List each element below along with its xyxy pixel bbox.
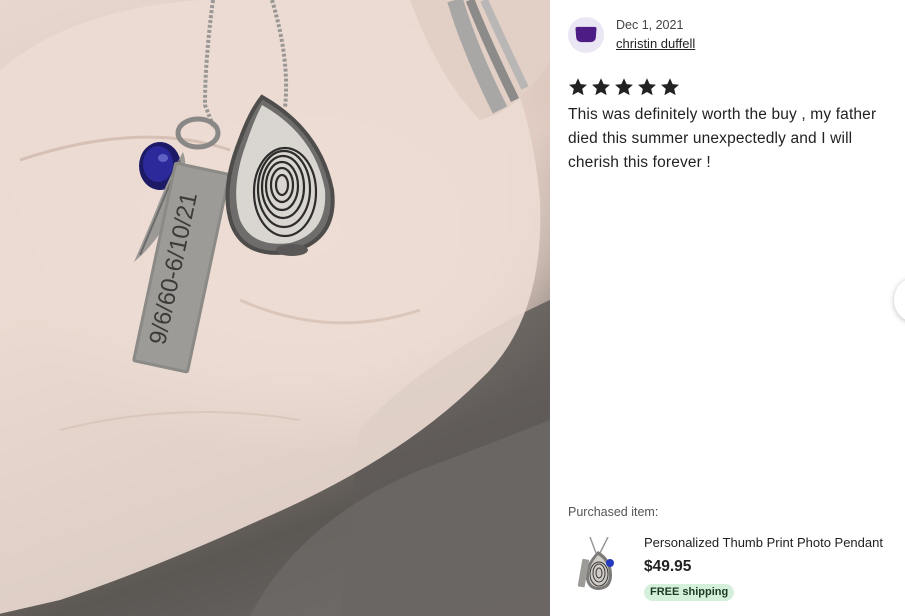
free-shipping-badge: FREE shipping xyxy=(644,584,735,601)
avatar[interactable] xyxy=(568,17,604,53)
purchased-item-title-link[interactable]: Personalized Thumb Print Photo Pendant xyxy=(644,535,900,550)
reviewer-name-link[interactable]: christin duffell xyxy=(616,36,695,51)
star-icon xyxy=(615,78,633,96)
next-review-button[interactable] xyxy=(894,278,905,322)
review-panel: Dec 1, 2021 christin duffell This was de… xyxy=(550,0,905,616)
avatar-icon xyxy=(575,26,597,43)
review-text: This was definitely worth the buy , my f… xyxy=(568,106,877,171)
star-icon xyxy=(569,78,587,96)
purchased-item-price: $49.95 xyxy=(644,558,692,575)
review-photo-art: 9/6/60-6/10/21 xyxy=(0,0,550,616)
review-date: Dec 1, 2021 xyxy=(616,18,684,32)
pendant-thumbnail-icon xyxy=(577,537,614,590)
star-icon xyxy=(638,78,656,96)
purchased-item-label: Purchased item: xyxy=(568,505,659,519)
star-icon xyxy=(592,78,610,96)
star-rating xyxy=(567,76,681,98)
star-icon xyxy=(661,78,679,96)
review-photo[interactable]: 9/6/60-6/10/21 xyxy=(0,0,550,616)
purchased-item-thumbnail[interactable] xyxy=(568,537,628,597)
